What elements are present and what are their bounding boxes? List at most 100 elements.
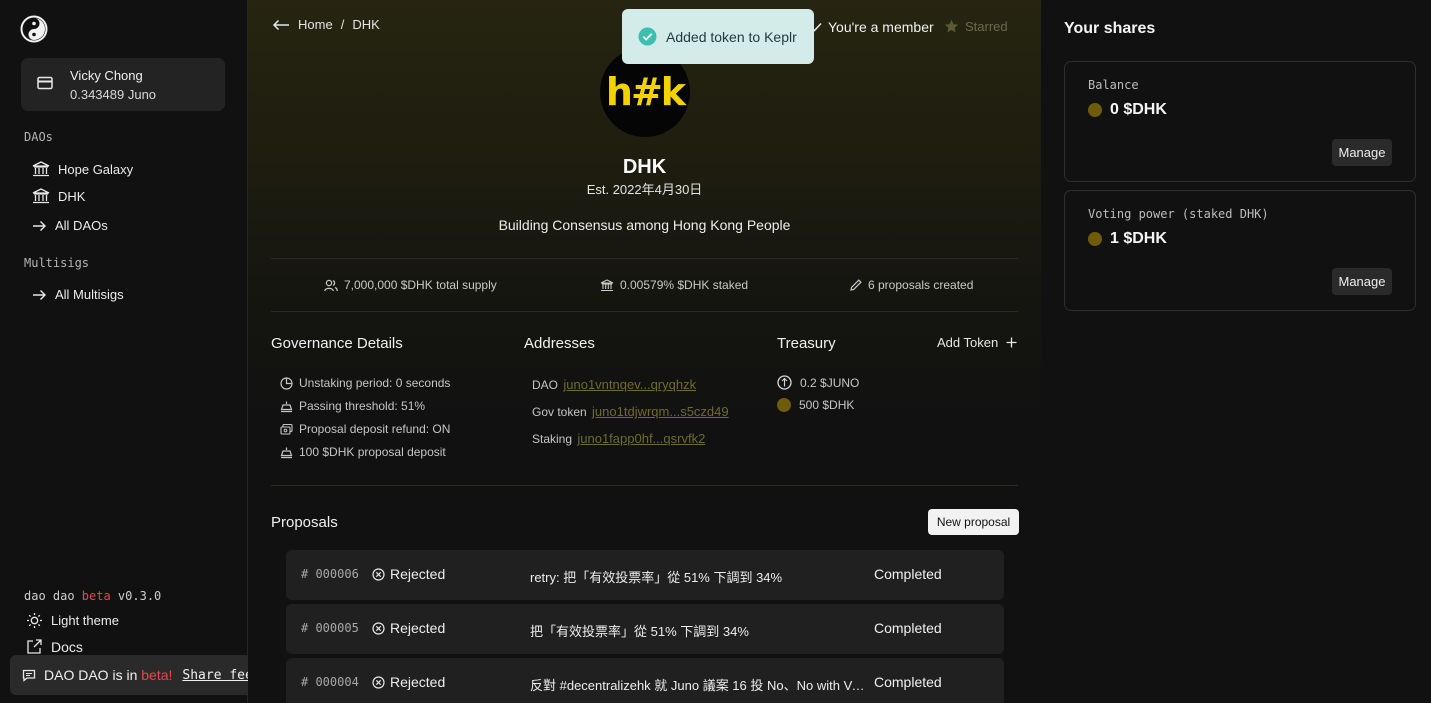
member-label: You're a member	[828, 19, 934, 35]
sun-icon	[27, 613, 42, 628]
shares-panel: Your shares Balance 0 $DHK Manage Voting…	[1041, 0, 1431, 703]
gov-item-label: Proposal deposit refund: ON	[299, 422, 451, 436]
light-theme-button[interactable]: Light theme	[26, 612, 119, 629]
breadcrumb-home[interactable]: Home	[298, 17, 333, 32]
scale-icon	[280, 401, 293, 412]
version-number: v0.3.0	[110, 589, 162, 603]
sidebar-item-label: Hope Galaxy	[58, 161, 134, 177]
version-beta: beta	[81, 589, 111, 603]
proposal-status: Rejected	[372, 674, 445, 690]
proposal-row[interactable]: # 000004 Rejected 反對 #decentralizehk 就 J…	[286, 658, 1004, 703]
sidebar-item-all-multisigs[interactable]: All Multisigs	[32, 287, 124, 302]
dhk-token-icon	[777, 398, 791, 412]
starred-label: Starred	[965, 19, 1008, 34]
add-token-button[interactable]: Add Token	[937, 335, 1017, 350]
divider	[271, 258, 1018, 259]
gov-unstaking-period: Unstaking period: 0 seconds	[280, 376, 450, 390]
multisigs-section-title: Multisigs	[24, 256, 90, 270]
keplr-toast: Added token to Keplr	[622, 9, 814, 64]
address-label: DAO	[532, 378, 559, 392]
proposal-status-label: Rejected	[390, 566, 446, 582]
users-icon	[324, 279, 338, 291]
gov-proposal-deposit: 100 $DHK proposal deposit	[280, 445, 446, 459]
proposal-row[interactable]: # 000006 Rejected retry: 把「有效投票率」從 51% 下…	[286, 550, 1004, 600]
bank-icon	[32, 161, 50, 177]
wallet-name: Vicky Chong	[70, 68, 143, 83]
proposal-status: Rejected	[372, 566, 445, 582]
voting-power-value: 1 $DHK	[1088, 230, 1167, 248]
dao-logo-text: h#k	[605, 70, 686, 114]
stat-staked-label: 0.00579% $DHK staked	[620, 278, 749, 292]
sidebar-item-all-daos[interactable]: All DAOs	[32, 218, 108, 233]
daos-section-title: DAOs	[24, 130, 53, 144]
proposal-status-label: Rejected	[390, 674, 446, 690]
proposal-id: # 000005	[301, 621, 359, 635]
treasury-juno: 0.2 $JUNO	[777, 375, 859, 390]
check-circle-icon	[638, 27, 657, 46]
stat-total-supply: 7,000,000 $DHK total supply	[324, 278, 497, 292]
sidebar-item-dhk[interactable]: DHK	[32, 188, 85, 204]
treasury-dhk: 500 $DHK	[777, 398, 854, 412]
address-staking-link[interactable]: juno1fapp0hf...qsrvfk2	[577, 431, 705, 446]
address-dao-link[interactable]: juno1vntnqev...qryqhzk	[563, 377, 696, 392]
breadcrumb-current: DHK	[352, 17, 380, 32]
member-status: You're a member	[810, 19, 934, 35]
sidebar-item-label: All Multisigs	[55, 287, 124, 302]
sidebar: Vicky Chong 0.343489 Juno DAOs Hope Gala…	[0, 0, 248, 703]
proposal-row[interactable]: # 000005 Rejected 把「有效投票率」從 51% 下調到 34% …	[286, 604, 1004, 654]
light-theme-label: Light theme	[51, 613, 119, 628]
arrow-right-icon	[33, 289, 46, 300]
dao-established: Est. 2022年4月30日	[586, 182, 703, 197]
gov-item-label: Passing threshold: 51%	[299, 399, 426, 413]
star-icon	[944, 19, 959, 33]
voting-power-amount: 1 $DHK	[1110, 230, 1167, 247]
address-label: Staking	[532, 432, 573, 446]
main-content: Home / DHK You're a member Starred h#k D…	[248, 0, 1041, 703]
proposal-state: Completed	[874, 620, 942, 636]
beta-banner-beta: beta!	[141, 667, 173, 683]
juno-token-icon	[777, 375, 792, 390]
proposal-title: retry: 把「有效投票率」從 51% 下調到 34%	[530, 570, 783, 585]
starred-button[interactable]: Starred	[944, 19, 1008, 34]
docs-label: Docs	[51, 638, 83, 655]
divider	[271, 485, 1018, 486]
gov-passing-threshold: Passing threshold: 51%	[280, 399, 425, 413]
arrow-right-icon	[33, 220, 46, 231]
arrow-left-icon[interactable]	[272, 19, 290, 31]
governance-title: Governance Details	[271, 335, 403, 352]
bank-icon	[600, 278, 614, 291]
address-gov-token: Gov token juno1tdjwrqm...s5czd49	[532, 404, 729, 419]
stat-proposals-label: 6 proposals created	[868, 278, 974, 292]
address-gov-token-link[interactable]: juno1tdjwrqm...s5czd49	[592, 404, 729, 419]
external-link-icon	[27, 639, 42, 654]
breadcrumb: Home / DHK	[272, 17, 380, 32]
x-circle-icon	[372, 621, 385, 635]
address-dao: DAO juno1vntnqev...qryqhzk	[532, 377, 696, 392]
proposals-title: Proposals	[271, 514, 338, 531]
add-token-label: Add Token	[937, 335, 999, 350]
dao-description: Building Consensus among Hong Kong Peopl…	[498, 217, 791, 233]
wallet-balance: 0.343489 Juno	[70, 87, 157, 102]
balance-card: Balance 0 $DHK Manage	[1064, 61, 1416, 182]
dao-dao-logo-icon[interactable]	[20, 15, 48, 43]
divider	[271, 311, 1018, 312]
docs-link[interactable]: Docs	[26, 638, 83, 655]
pencil-icon	[850, 279, 862, 291]
wallet-card[interactable]: Vicky Chong 0.343489 Juno	[21, 58, 225, 111]
sidebar-item-hope-galaxy[interactable]: Hope Galaxy	[32, 161, 133, 177]
dhk-token-icon	[1088, 232, 1102, 246]
addresses-title: Addresses	[524, 335, 595, 352]
beta-banner-text: DAO DAO is in beta!	[44, 667, 172, 683]
manage-balance-button[interactable]: Manage	[1332, 139, 1392, 166]
proposal-status: Rejected	[372, 620, 445, 636]
gov-item-label: 100 $DHK proposal deposit	[299, 445, 446, 459]
address-staking: Staking juno1fapp0hf...qsrvfk2	[532, 431, 705, 446]
treasury-item-label: 0.2 $JUNO	[800, 375, 860, 390]
proposal-state: Completed	[874, 566, 942, 582]
proposal-status-label: Rejected	[390, 620, 446, 636]
manage-voting-button[interactable]: Manage	[1332, 268, 1392, 295]
gov-deposit-refund: Proposal deposit refund: ON	[280, 422, 450, 436]
scale-icon	[280, 447, 293, 458]
version-label: dao dao beta v0.3.0	[24, 589, 161, 603]
new-proposal-button[interactable]: New proposal	[928, 509, 1019, 535]
